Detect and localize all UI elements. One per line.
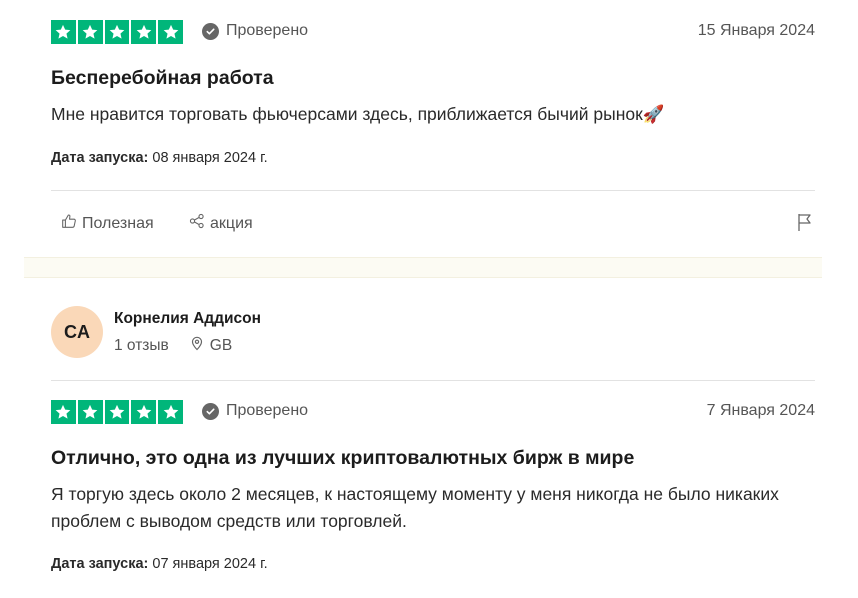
reviewer-name[interactable]: Корнелия Аддисон [114, 310, 261, 328]
thumbs-up-icon [60, 212, 78, 235]
check-circle-icon [202, 402, 219, 420]
star-icon [51, 20, 76, 44]
check-circle-icon [202, 22, 219, 40]
reviewer-country: GB [209, 336, 233, 354]
star-icon [104, 20, 130, 44]
launch-date-value: 08 января 2024 г. [152, 150, 268, 166]
star-icon [77, 400, 103, 424]
launch-date: Дата запуска: 07 января 2024 г. [51, 556, 268, 572]
review-date: 7 Января 2024 [706, 402, 815, 419]
reviews-count: 1 отзыв [114, 336, 169, 354]
star-rating [51, 20, 183, 44]
launch-date-label: Дата запуска: [51, 556, 149, 572]
star-icon [104, 400, 130, 424]
review-title[interactable]: Бесперебойная работа [51, 67, 274, 90]
review-body: Я торгую здесь около 2 месяцев, к настоя… [51, 484, 779, 531]
verified-label: Проверено [226, 402, 309, 419]
star-icon [51, 400, 76, 424]
star-rating [51, 400, 183, 424]
review-date: 15 Января 2024 [697, 22, 815, 39]
divider [51, 190, 815, 191]
reviewer-info: CA Корнелия Аддисон 1 отзыв GB [51, 306, 815, 362]
review-separator [24, 257, 822, 278]
avatar[interactable]: CA [51, 306, 103, 358]
verified-badge: Проверено [202, 402, 308, 420]
location-pin-icon [189, 335, 205, 356]
star-icon [158, 400, 183, 424]
reviewer-meta: 1 отзыв GB [114, 335, 232, 356]
reviewer-location: GB [189, 335, 232, 356]
review-header: Проверено 7 Января 2024 [51, 400, 815, 426]
verified-badge: Проверено [202, 22, 308, 40]
review-actions: Полезная акция [51, 212, 815, 236]
verified-label: Проверено [226, 22, 309, 39]
launch-date: Дата запуска: 08 января 2024 г. [51, 150, 268, 166]
share-label: акция [210, 214, 253, 232]
share-button[interactable]: акция [188, 212, 253, 235]
divider [51, 380, 815, 381]
report-flag-button[interactable] [795, 212, 815, 237]
star-icon [77, 20, 103, 44]
review-body: Мне нравится торговать фьючерсами здесь,… [51, 104, 665, 124]
review-header: Проверено 15 Января 2024 [51, 20, 815, 46]
launch-date-value: 07 января 2024 г. [152, 556, 268, 572]
share-icon [188, 212, 206, 235]
flag-icon [795, 214, 815, 236]
useful-label: Полезная [82, 214, 154, 232]
star-icon [158, 20, 183, 44]
star-icon [131, 20, 157, 44]
launch-date-label: Дата запуска: [51, 150, 149, 166]
star-icon [131, 400, 157, 424]
review-title[interactable]: Отлично, это одна из лучших криптовалютн… [51, 447, 634, 470]
useful-button[interactable]: Полезная [60, 212, 154, 235]
